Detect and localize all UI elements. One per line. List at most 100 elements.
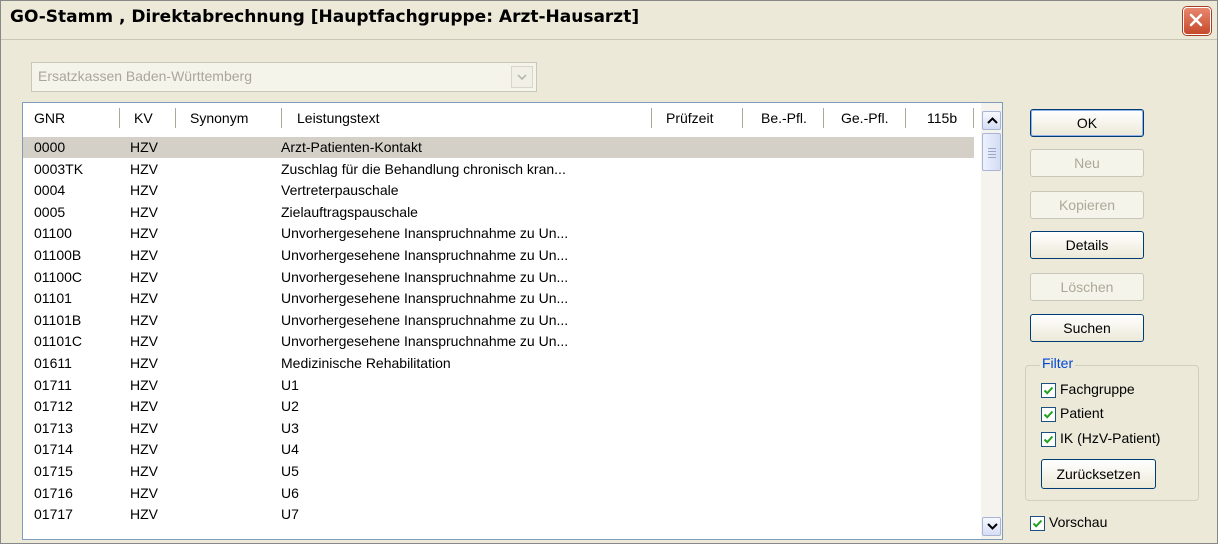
leistungstext-cell: U2 (281, 398, 299, 415)
copy-button[interactable]: Kopieren (1030, 191, 1144, 219)
table-row[interactable]: 01714 HZV U4 (23, 439, 974, 460)
gnr-cell: 01714 (34, 441, 73, 458)
gnr-cell: 01717 (34, 506, 73, 523)
leistungstext-cell: U5 (281, 463, 299, 479)
kv-cell: HZV (130, 376, 158, 393)
check-icon (1043, 435, 1054, 444)
scroll-down-button[interactable] (982, 517, 1001, 536)
table-row[interactable]: 0005 HZV Zielauftragspauschale (23, 202, 974, 223)
table-row[interactable]: 01100B HZV Unvorhergesehene Inanspruchnahm… (23, 245, 974, 266)
details-button[interactable]: Details (1030, 231, 1144, 259)
title-bar[interactable]: GO-Stamm , Direktabrechnung [Hauptfachgr… (1, 1, 1217, 40)
leistungstext-cell: Arzt-Patienten-Kontakt (281, 139, 422, 155)
check-icon (1043, 386, 1054, 395)
leistungstext-cell: U1 (281, 376, 299, 393)
table-row[interactable]: 01717 HZV U7 (23, 504, 974, 525)
col-header-pruefzeit[interactable]: Prüfzeit (666, 110, 713, 126)
table-row[interactable]: 0003TK HZV Zuschlag für die Behandlung chr… (23, 159, 974, 180)
kv-cell: HZV (130, 441, 158, 458)
window-title: GO-Stamm , Direktabrechnung [Hauptfachgr… (10, 7, 640, 27)
col-header-synonym[interactable]: Synonym (190, 110, 248, 126)
close-button[interactable] (1183, 7, 1211, 35)
go-list[interactable]: GNR KV Synonym Leistungstext Prüfzeit Be… (22, 102, 1003, 540)
kv-cell: HZV (130, 225, 158, 242)
col-divider[interactable] (119, 108, 120, 128)
col-header-ge-pfl[interactable]: Ge.-Pfl. (841, 110, 888, 126)
scroll-thumb[interactable] (982, 133, 1001, 171)
leistungstext-cell: Medizinische Rehabilitation (281, 355, 451, 371)
table-row[interactable]: 01711 HZV U1 (23, 375, 974, 396)
gnr-cell: 01711 (34, 376, 72, 393)
table-row[interactable]: 0004 HZV Vertreterpauschale (23, 180, 974, 201)
leistungstext-cell: U4 (281, 441, 299, 458)
gnr-cell: 01100C (34, 268, 83, 285)
leistungstext-cell: Unvorhergesehene Inanspruchnahme zu Un..… (281, 268, 569, 285)
leistungstext-cell: U7 (281, 506, 299, 523)
scroll-up-button[interactable] (982, 111, 1001, 130)
gnr-cell: 01101B (34, 311, 82, 328)
kassen-select-value: Ersatzkassen Baden-Württemberg (38, 68, 252, 84)
col-divider[interactable] (973, 108, 974, 128)
gnr-cell: 01100 (34, 225, 72, 242)
col-header-gnr[interactable]: GNR (34, 110, 65, 126)
kassen-dropdown-button[interactable] (511, 66, 533, 88)
leistungstext-cell: Vertreterpauschale (281, 182, 399, 199)
table-row[interactable]: 01713 HZV U3 (23, 418, 974, 439)
col-divider[interactable] (742, 108, 743, 128)
leistungstext-cell: Unvorhergesehene Inanspruchnahme zu Un..… (281, 225, 569, 242)
table-row[interactable]: 01101 HZV Unvorhergesehene Inanspruchnahme… (23, 288, 974, 309)
kv-cell: HZV (130, 506, 158, 523)
leistungstext-cell: Unvorhergesehene Inanspruchnahme zu Un..… (281, 333, 569, 350)
kv-cell: HZV (130, 139, 158, 155)
kassen-select[interactable]: Ersatzkassen Baden-Württemberg (31, 62, 537, 92)
search-button[interactable]: Suchen (1030, 314, 1144, 342)
kv-cell: HZV (130, 290, 158, 307)
col-header-be-pfl[interactable]: Be.-Pfl. (761, 110, 807, 126)
kv-cell: HZV (130, 419, 158, 436)
chevron-down-icon (517, 74, 527, 80)
new-button[interactable]: Neu (1030, 149, 1144, 177)
table-row[interactable]: 01715 HZV U5 (23, 461, 974, 482)
checkbox-box[interactable] (1041, 432, 1056, 447)
delete-button[interactable]: Löschen (1030, 273, 1144, 301)
fachgruppe-label: Fachgruppe (1060, 381, 1135, 397)
table-row[interactable]: 01611 HZV Medizinische Rehabilitation (23, 353, 974, 374)
kv-cell: HZV (130, 203, 158, 220)
col-divider[interactable] (651, 108, 652, 128)
gnr-cell: 01101 (34, 290, 72, 307)
vertical-scrollbar[interactable] (981, 103, 1002, 539)
dialog-window: GO-Stamm , Direktabrechnung [Hauptfachgr… (0, 0, 1218, 544)
col-divider[interactable] (175, 108, 176, 128)
leistungstext-cell: Unvorhergesehene Inanspruchnahme zu Un..… (281, 247, 569, 263)
col-divider[interactable] (823, 108, 824, 128)
col-divider[interactable] (281, 108, 282, 128)
kv-cell: HZV (130, 268, 158, 285)
ok-button[interactable]: OK (1030, 109, 1144, 137)
gnr-cell: 0003TK (34, 160, 84, 177)
table-row[interactable]: 01716 HZV U6 (23, 483, 974, 504)
checkbox-box[interactable] (1041, 383, 1056, 398)
check-icon (1043, 410, 1054, 419)
checkbox-box[interactable] (1041, 407, 1056, 422)
gnr-cell: 01715 (34, 463, 73, 479)
table-row[interactable]: 01100C HZV Unvorhergesehene Inanspruchnahm… (23, 267, 974, 288)
col-header-kv[interactable]: KV (134, 110, 153, 126)
col-header-115b[interactable]: 115b (927, 110, 957, 126)
gnr-cell: 01611 (34, 355, 72, 371)
table-row[interactable]: 01712 HZV U2 (23, 396, 974, 417)
checkbox-box[interactable] (1030, 516, 1045, 531)
kv-cell: HZV (130, 484, 158, 501)
kv-cell: HZV (130, 311, 158, 328)
table-row[interactable]: 01101C HZV Unvorhergesehene Inanspruchnahm… (23, 331, 974, 352)
reset-button[interactable]: Zurücksetzen (1041, 459, 1156, 489)
col-divider[interactable] (905, 108, 906, 128)
leistungstext-cell: Zuschlag für die Behandlung chronisch kr… (281, 160, 566, 177)
vorschau-label: Vorschau (1049, 514, 1108, 530)
col-header-leistungstext[interactable]: Leistungstext (297, 110, 380, 126)
table-row[interactable]: 01100 HZV Unvorhergesehene Inanspruchnahme… (23, 223, 974, 244)
gnr-cell: 01716 (34, 484, 73, 501)
table-row[interactable]: 01101B HZV Unvorhergesehene Inanspruchnahm… (23, 310, 974, 331)
table-row[interactable]: 0000 HZV Arzt-Patienten-Kontakt (23, 137, 974, 158)
kv-cell: HZV (130, 333, 158, 350)
kv-cell: HZV (130, 355, 158, 371)
